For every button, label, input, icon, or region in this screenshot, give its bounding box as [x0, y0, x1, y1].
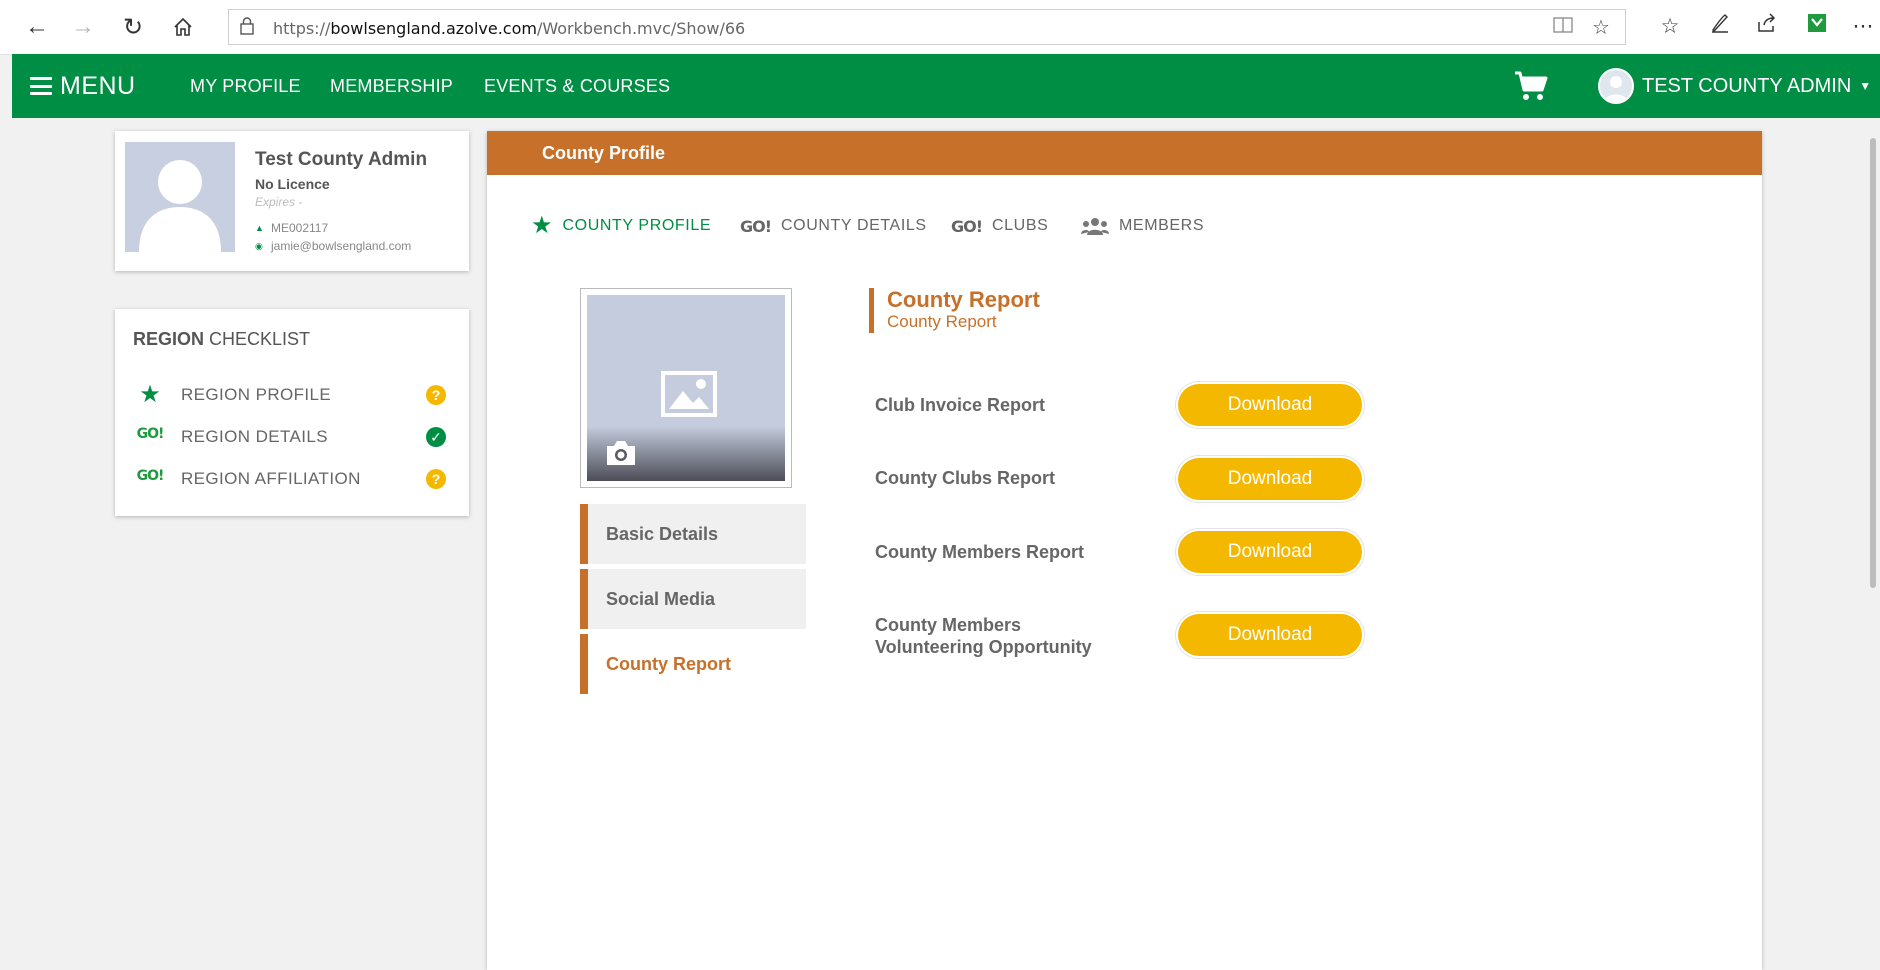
download-county-clubs-button[interactable]: Download: [1178, 458, 1362, 500]
complete-icon: ✓: [426, 427, 446, 447]
camera-icon[interactable]: [605, 439, 637, 467]
star-icon: ★: [531, 212, 553, 239]
member-email: ◉ jamie@bowlsengland.com: [255, 239, 411, 253]
nav-membership[interactable]: MEMBERSHIP: [330, 76, 453, 97]
report-label-volunteering: County Members Volunteering Opportunity: [875, 614, 1092, 658]
download-club-invoice-button[interactable]: Download: [1178, 384, 1362, 426]
star-icon: ★: [139, 381, 161, 408]
report-label-county-members: County Members Report: [875, 542, 1085, 562]
pending-icon: ?: [426, 385, 446, 405]
region-checklist-card: REGION CHECKLIST ★ REGION PROFILE ? GO! …: [115, 309, 469, 516]
cart-icon[interactable]: [1514, 70, 1548, 102]
main-navbar: MENU MY PROFILE MEMBERSHIP EVENTS & COUR…: [12, 54, 1880, 118]
checklist-item-region-details[interactable]: GO! REGION DETAILS ✓: [133, 421, 453, 451]
address-bar[interactable]: https://bowlsengland.azolve.com/Workbenc…: [228, 9, 1626, 45]
go-icon: GO!: [740, 216, 772, 236]
url-text: https://bowlsengland.azolve.com/Workbenc…: [273, 19, 746, 38]
checklist-title: REGION CHECKLIST: [133, 329, 311, 349]
go-icon: GO!: [136, 468, 165, 484]
download-volunteering-button[interactable]: Download: [1178, 614, 1362, 656]
panel-title: County Profile: [542, 143, 666, 163]
report-label-line2: Volunteering Opportunity: [875, 637, 1092, 657]
id-icon: ▲: [255, 223, 264, 233]
go-icon: GO!: [136, 426, 165, 442]
side-tab-social-media[interactable]: Social Media: [580, 569, 806, 629]
profile-card: Test County Admin No Licence Expires - ▲…: [115, 131, 469, 271]
tab-label: COUNTY PROFILE: [562, 217, 712, 234]
user-avatar: [1598, 68, 1634, 104]
nav-events-courses[interactable]: EVENTS & COURSES: [484, 76, 670, 97]
caret-down-icon: ▼: [1859, 79, 1872, 93]
back-icon[interactable]: ←: [20, 10, 54, 44]
side-tab-county-report[interactable]: County Report: [580, 634, 806, 694]
report-label-county-clubs: County Clubs Report: [875, 468, 1055, 488]
reading-view-icon[interactable]: [1551, 16, 1575, 40]
tab-clubs[interactable]: GO! CLUBS: [951, 211, 1048, 241]
user-menu[interactable]: TEST COUNTY ADMIN ▼: [1598, 68, 1871, 104]
download-county-members-button[interactable]: Download: [1178, 531, 1362, 573]
checklist-item-label: REGION PROFILE: [181, 385, 332, 404]
checklist-item-label: REGION AFFILIATION: [181, 469, 361, 488]
scroll-thumb[interactable]: [1870, 138, 1876, 588]
county-image-box: [580, 288, 792, 488]
pending-icon: ?: [426, 469, 446, 489]
licence-status: No Licence: [255, 176, 330, 192]
hamburger-icon: [30, 77, 52, 95]
profile-name: Test County Admin: [255, 149, 428, 170]
user-silhouette-icon: [139, 160, 221, 252]
side-tab-label: Basic Details: [606, 524, 719, 544]
report-label-club-invoice: Club Invoice Report: [875, 395, 1046, 415]
favorite-star-icon[interactable]: ☆: [1589, 16, 1613, 40]
refresh-icon[interactable]: ↻: [116, 10, 150, 44]
pen-icon[interactable]: [1705, 12, 1735, 42]
email-icon: ◉: [255, 240, 263, 251]
member-id: ▲ ME002117: [255, 221, 328, 235]
side-tab-label: County Report: [606, 654, 731, 674]
lock-icon: [240, 17, 254, 35]
county-image-placeholder: [587, 295, 785, 481]
section-heading: County Report County Report: [869, 288, 1040, 333]
tab-label: MEMBERS: [1119, 217, 1205, 234]
user-name: TEST COUNTY ADMIN: [1642, 74, 1852, 97]
section-title: County Report: [887, 287, 1040, 312]
favorites-icon[interactable]: ☆: [1655, 12, 1685, 42]
checklist-item-region-affiliation[interactable]: GO! REGION AFFILIATION ?: [133, 463, 453, 493]
go-icon: GO!: [951, 216, 983, 236]
more-icon[interactable]: ⋯: [1848, 12, 1878, 42]
county-profile-panel: County Profile ★ COUNTY PROFILE GO! COUN…: [487, 131, 1762, 970]
share-icon[interactable]: [1752, 12, 1782, 42]
checklist-item-region-profile[interactable]: ★ REGION PROFILE ?: [133, 379, 453, 409]
member-email-value: jamie@bowlsengland.com: [271, 239, 412, 253]
panel-header: County Profile: [487, 131, 1762, 175]
members-icon: [1081, 218, 1109, 235]
member-id-value: ME002117: [271, 221, 329, 235]
side-tab-label: Social Media: [606, 589, 716, 609]
extension-icon[interactable]: [1802, 12, 1832, 42]
licence-expires: Expires -: [255, 195, 303, 209]
side-tab-basic-details[interactable]: Basic Details: [580, 504, 806, 564]
menu-label: MENU: [60, 71, 136, 100]
tab-label: COUNTY DETAILS: [781, 217, 927, 234]
tab-county-profile[interactable]: ★ COUNTY PROFILE: [531, 211, 711, 241]
profile-photo: [125, 142, 235, 252]
nav-my-profile[interactable]: MY PROFILE: [190, 76, 301, 97]
section-subtitle: County Report: [887, 312, 997, 331]
menu-button[interactable]: MENU: [30, 70, 136, 102]
forward-icon[interactable]: →: [66, 10, 100, 44]
tab-label: CLUBS: [992, 217, 1049, 234]
tab-county-details[interactable]: GO! COUNTY DETAILS: [740, 211, 927, 241]
page-scrollbar[interactable]: [1866, 118, 1880, 970]
home-icon[interactable]: [166, 10, 200, 44]
report-label-line1: County Members: [875, 615, 1022, 635]
image-placeholder-icon: [661, 371, 717, 417]
tab-members[interactable]: MEMBERS: [1081, 211, 1204, 241]
checklist-item-label: REGION DETAILS: [181, 427, 328, 446]
browser-toolbar: ← → ↻ https://bowlsengland.azolve.com/Wo…: [0, 0, 1880, 55]
